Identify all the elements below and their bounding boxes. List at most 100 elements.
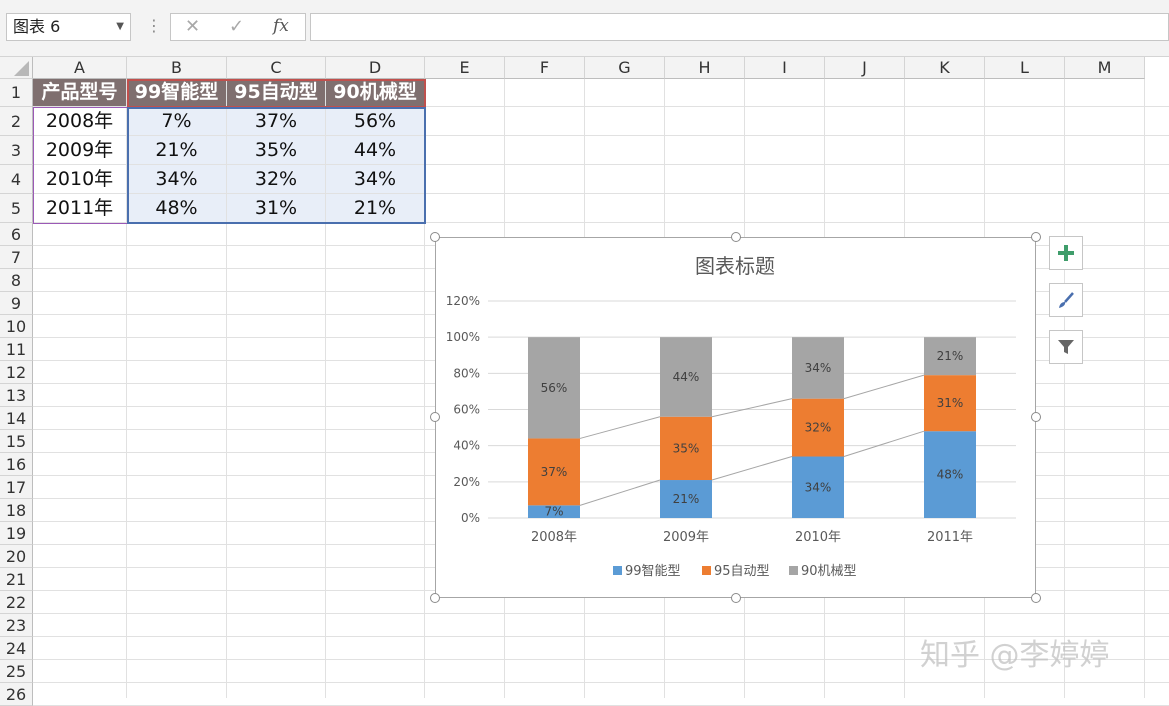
chart-elements-button[interactable] <box>1049 236 1083 270</box>
column-header[interactable]: J <box>825 57 905 79</box>
enter-icon[interactable]: ✓ <box>229 16 244 37</box>
table-cell[interactable]: 56% <box>326 107 424 135</box>
table-cell[interactable]: 2009年 <box>33 136 126 164</box>
table-cell[interactable]: 34% <box>127 165 226 193</box>
row-header[interactable]: 22 <box>0 591 33 614</box>
table-cell[interactable]: 44% <box>326 136 424 164</box>
legend-swatch <box>789 566 798 575</box>
table-cell[interactable]: 31% <box>227 194 325 222</box>
gridline <box>1064 79 1065 698</box>
select-all-corner[interactable] <box>0 57 33 79</box>
row-header[interactable]: 25 <box>0 660 33 683</box>
table-cell[interactable]: 35% <box>227 136 325 164</box>
resize-handle-top[interactable] <box>731 232 741 242</box>
table-header-cell[interactable]: 90机械型 <box>326 79 424 106</box>
row-header[interactable]: 12 <box>0 361 33 384</box>
legend-swatch <box>702 566 711 575</box>
resize-handle-left[interactable] <box>430 412 440 422</box>
legend-swatch <box>613 566 622 575</box>
chart-plot: 图表标题 0% 20% 40% 60% 80% 100% 120% 7% 37% 56% 2008年 2… <box>446 254 1016 579</box>
more-options-icon[interactable]: ⋮ <box>146 16 162 35</box>
table-cell[interactable]: 2011年 <box>33 194 126 222</box>
row-header[interactable]: 8 <box>0 269 33 292</box>
table-cell[interactable]: 7% <box>127 107 226 135</box>
series-line <box>579 479 661 506</box>
row-header[interactable]: 15 <box>0 430 33 453</box>
table-cell[interactable]: 2010年 <box>33 165 126 193</box>
row-header[interactable]: 9 <box>0 292 33 315</box>
table-cell[interactable]: 37% <box>227 107 325 135</box>
row-header[interactable]: 10 <box>0 315 33 338</box>
column-header[interactable]: M <box>1065 57 1145 79</box>
data-label: 35% <box>673 441 700 455</box>
table-cell[interactable]: 32% <box>227 165 325 193</box>
row-header[interactable]: 13 <box>0 384 33 407</box>
column-header[interactable]: L <box>985 57 1065 79</box>
row-header[interactable]: 17 <box>0 476 33 499</box>
insert-function-icon[interactable]: fx <box>273 16 289 36</box>
column-header[interactable]: H <box>665 57 745 79</box>
row-header[interactable]: 1 <box>0 79 33 107</box>
x-tick-label: 2011年 <box>927 530 973 545</box>
table-header-cell[interactable]: 95自动型 <box>227 79 325 106</box>
column-header[interactable]: K <box>905 57 985 79</box>
data-label: 37% <box>541 465 568 479</box>
column-header[interactable]: C <box>227 57 326 79</box>
y-tick-label: 120% <box>446 294 480 308</box>
resize-handle-bottom-left[interactable] <box>430 593 440 603</box>
data-label: 7% <box>544 505 563 519</box>
table-cell[interactable]: 48% <box>127 194 226 222</box>
row-header[interactable]: 5 <box>0 194 33 223</box>
table-header-cell[interactable]: 产品型号 <box>33 79 126 106</box>
name-box-value: 图表 6 <box>13 17 61 36</box>
row-header[interactable]: 16 <box>0 453 33 476</box>
row-header[interactable]: 4 <box>0 165 33 194</box>
chart-filters-button[interactable] <box>1049 330 1083 364</box>
row-header[interactable]: 23 <box>0 614 33 637</box>
table-cell[interactable]: 21% <box>127 136 226 164</box>
y-tick-label: 40% <box>453 439 480 453</box>
resize-handle-top-right[interactable] <box>1031 232 1041 242</box>
row-header[interactable]: 11 <box>0 338 33 361</box>
table-cell[interactable]: 21% <box>326 194 424 222</box>
row-header[interactable]: 26 <box>0 683 33 706</box>
row-header[interactable]: 7 <box>0 246 33 269</box>
column-header[interactable]: G <box>585 57 665 79</box>
chart-title: 图表标题 <box>695 254 775 278</box>
row-header[interactable]: 21 <box>0 568 33 591</box>
data-label: 32% <box>805 421 832 435</box>
name-box[interactable]: 图表 6 ▼ <box>6 13 131 41</box>
column-header[interactable]: A <box>33 57 127 79</box>
table-cell[interactable]: 34% <box>326 165 424 193</box>
chart-styles-button[interactable] <box>1049 283 1083 317</box>
resize-handle-top-left[interactable] <box>430 232 440 242</box>
gridline <box>33 613 1169 614</box>
column-header[interactable]: D <box>326 57 425 79</box>
series-line <box>843 374 925 400</box>
row-header[interactable]: 24 <box>0 637 33 660</box>
table-header-cell[interactable]: 99智能型 <box>127 79 226 106</box>
resize-handle-bottom[interactable] <box>731 593 741 603</box>
filter-icon <box>1058 340 1074 354</box>
data-label: 21% <box>673 492 700 506</box>
data-label: 34% <box>805 480 832 494</box>
formula-input[interactable] <box>310 13 1169 41</box>
resize-handle-right[interactable] <box>1031 412 1041 422</box>
row-header[interactable]: 19 <box>0 522 33 545</box>
column-header[interactable]: E <box>425 57 505 79</box>
row-header[interactable]: 14 <box>0 407 33 430</box>
column-header[interactable]: B <box>127 57 227 79</box>
row-header[interactable]: 6 <box>0 223 33 246</box>
table-cell[interactable]: 2008年 <box>33 107 126 135</box>
gridline <box>424 79 425 698</box>
row-header[interactable]: 3 <box>0 136 33 165</box>
resize-handle-bottom-right[interactable] <box>1031 593 1041 603</box>
cancel-icon[interactable]: ✕ <box>185 16 200 37</box>
chart[interactable]: 图表标题 0% 20% 40% 60% 80% 100% 120% 7% 37% 56% 2008年 2… <box>435 237 1036 598</box>
chevron-down-icon[interactable]: ▼ <box>116 14 124 40</box>
row-header[interactable]: 18 <box>0 499 33 522</box>
row-header[interactable]: 2 <box>0 107 33 136</box>
row-header[interactable]: 20 <box>0 545 33 568</box>
column-header[interactable]: I <box>745 57 825 79</box>
column-header[interactable]: F <box>505 57 585 79</box>
